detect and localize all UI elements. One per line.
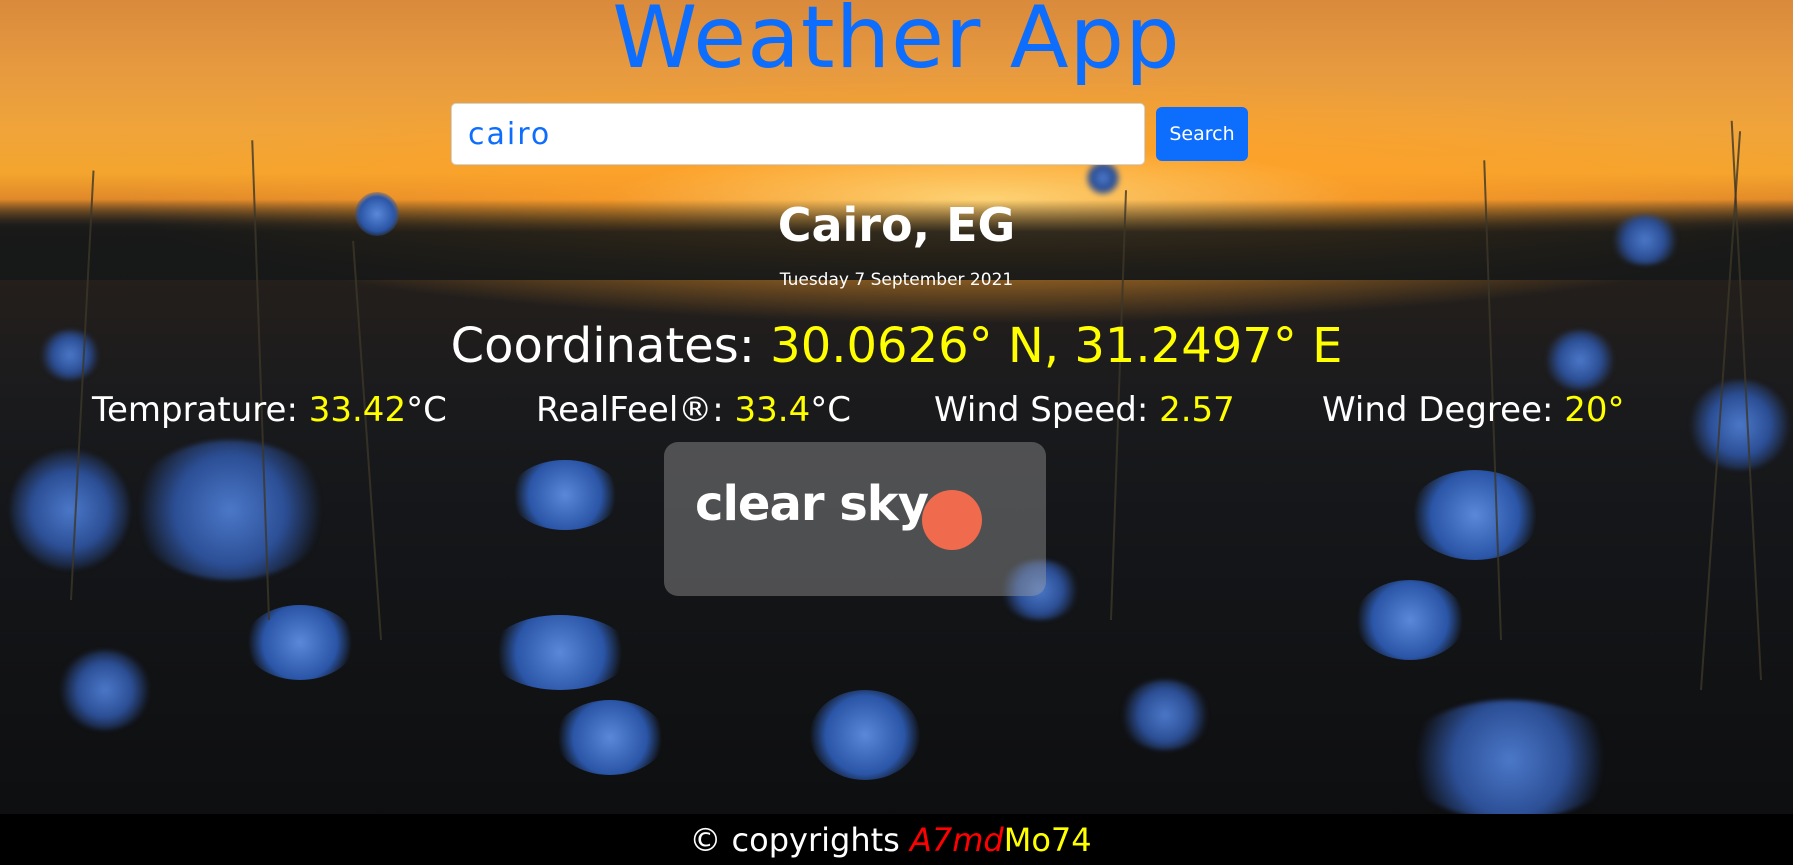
flower-image: [1120, 680, 1210, 750]
realfeel-value: 33.4: [734, 390, 811, 430]
wind-speed-value: 2.57: [1159, 390, 1235, 430]
sun-icon: [922, 490, 982, 550]
flower-image: [10, 450, 130, 570]
copyright-prefix: © copyrights: [689, 820, 900, 859]
flower-image: [490, 615, 630, 690]
condition-card: clear sky: [664, 442, 1046, 596]
wind-speed-stat: Wind Speed: 2.57: [934, 390, 1235, 430]
coordinates: Coordinates: 30.0626° N, 31.2497° E: [0, 318, 1793, 374]
temperature-value: 33.42: [308, 390, 407, 430]
author-name-part1: A7md: [909, 820, 1004, 859]
temperature-label: Temprature:: [92, 390, 298, 430]
flower-image: [1355, 580, 1465, 660]
wind-degree-value: 20°: [1564, 390, 1625, 430]
flower-image: [130, 440, 330, 580]
flower-image: [510, 460, 620, 530]
current-date: Tuesday 7 September 2021: [779, 270, 1014, 290]
wind-degree-label: Wind Degree:: [1322, 390, 1554, 430]
temperature-stat: Temprature: 33.42°C: [92, 390, 447, 430]
flower-image: [1085, 160, 1121, 196]
weather-page: Weather App Search Cairo, EG Tuesday 7 S…: [0, 0, 1793, 865]
flower-image: [245, 605, 355, 680]
temperature-unit: °C: [406, 390, 447, 430]
copyright-text: © copyrights A7mdMo74: [689, 821, 1091, 859]
search-button[interactable]: Search: [1156, 107, 1248, 161]
flower-image: [555, 700, 665, 775]
condition-text: clear sky: [695, 476, 929, 532]
footer: © copyrights A7mdMo74: [0, 814, 1793, 865]
author-name-part2: Mo74: [1003, 820, 1092, 859]
wind-speed-label: Wind Speed:: [934, 390, 1149, 430]
search-input[interactable]: [451, 103, 1145, 165]
flower-image: [1400, 700, 1620, 820]
flower-image: [810, 690, 920, 780]
realfeel-stat: RealFeel®: 33.4°C: [536, 390, 851, 430]
realfeel-unit: °C: [810, 390, 851, 430]
flower-image: [60, 650, 150, 730]
app-title: Weather App: [612, 0, 1181, 88]
wind-degree-stat: Wind Degree: 20°: [1322, 390, 1625, 430]
search-bar: Search: [451, 103, 1248, 165]
realfeel-label: RealFeel®:: [536, 390, 724, 430]
city-name: Cairo, EG: [777, 198, 1016, 252]
coordinates-label: Coordinates:: [450, 318, 755, 374]
stats-row: Temprature: 33.42°C RealFeel®: 33.4°C Wi…: [0, 390, 1793, 442]
flower-image: [1410, 470, 1540, 560]
coordinates-value: 30.0626° N, 31.2497° E: [770, 318, 1343, 374]
